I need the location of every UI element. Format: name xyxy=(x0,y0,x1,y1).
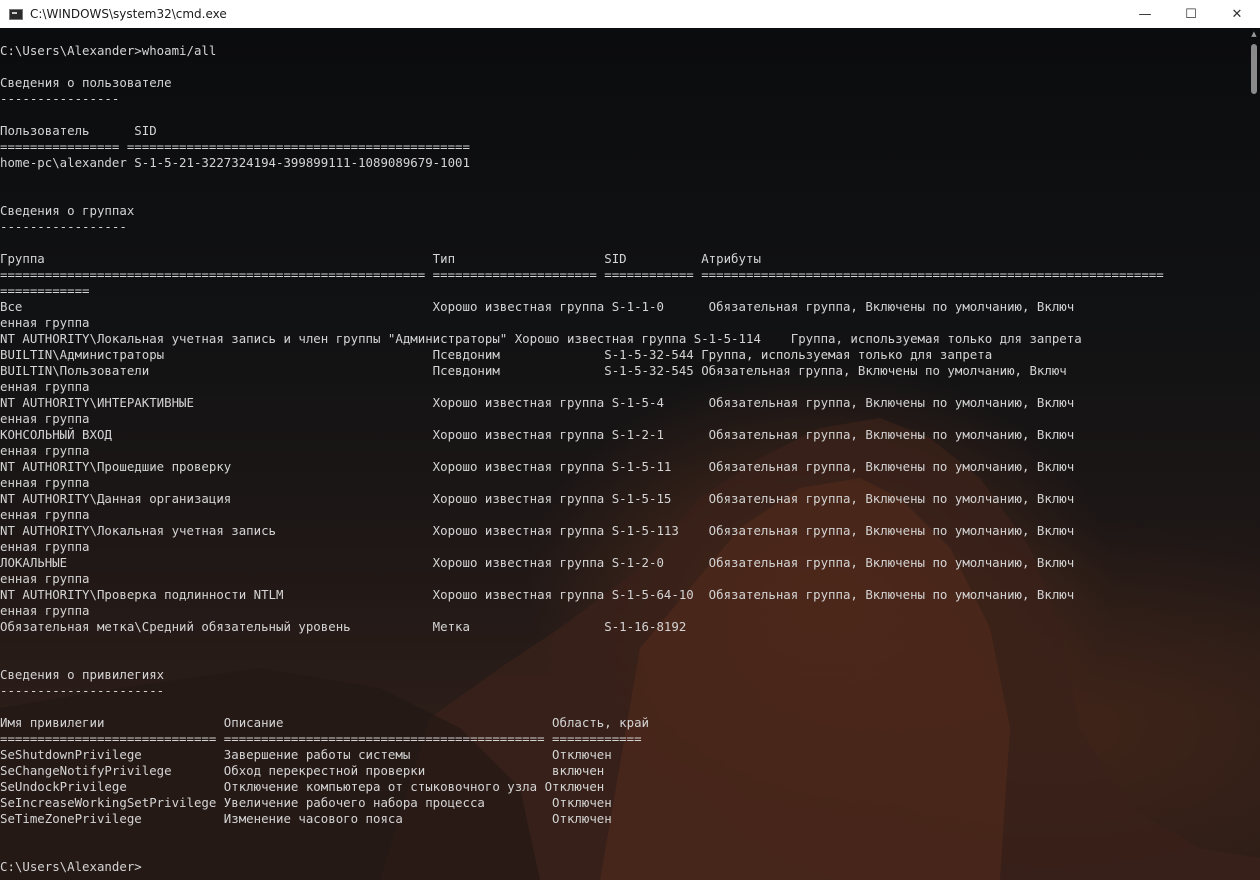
console-line: Имя привилегии Описание Область, край xyxy=(0,715,650,730)
console-line: NT AUTHORITY\Локальная учетная запись и … xyxy=(0,331,1082,346)
terminal-area[interactable]: C:\Users\Alexander>whoami/all Сведения о… xyxy=(0,28,1260,880)
scroll-up-icon[interactable]: ▲ xyxy=(1250,30,1258,38)
console-line: NT AUTHORITY\Локальная учетная запись Хо… xyxy=(0,523,1075,538)
console-line: SeIncreaseWorkingSetPrivilege Увеличение… xyxy=(0,795,612,810)
console-line: ----------------- xyxy=(0,219,127,234)
console-line: Сведения о группах xyxy=(0,203,135,218)
console-line: ========================================… xyxy=(0,267,1164,282)
title-bar: C:\WINDOWS\system32\cmd.exe — ☐ ✕ xyxy=(0,0,1260,28)
console-line: SeUndockPrivilege Отключение компьютера … xyxy=(0,779,605,794)
console-line: BUILTIN\Пользователи Псевдоним S-1-5-32-… xyxy=(0,363,1067,378)
console-line: КОНСОЛЬНЫЙ ВХОД Хорошо известная группа … xyxy=(0,427,1075,442)
console-line: SeChangeNotifyPrivilege Обход перекрестн… xyxy=(0,763,605,778)
console-line: енная группа xyxy=(0,603,90,618)
minimize-button[interactable]: — xyxy=(1122,0,1168,28)
console-line: Сведения о пользователе xyxy=(0,75,172,90)
console-line: NT AUTHORITY\Прошедшие проверку Хорошо и… xyxy=(0,459,1075,474)
console-line: ---------------- xyxy=(0,91,120,106)
console-line: Все Хорошо известная группа S-1-1-0 Обяз… xyxy=(0,299,1075,314)
console-line: енная группа xyxy=(0,571,90,586)
console-line: ================ =======================… xyxy=(0,139,470,154)
console-line: енная группа xyxy=(0,411,90,426)
console-line: ============================= ==========… xyxy=(0,731,642,746)
console-line: NT AUTHORITY\Проверка подлинности NTLM Х… xyxy=(0,587,1075,602)
console-line: BUILTIN\Администраторы Псевдоним S-1-5-3… xyxy=(0,347,993,362)
console-line: енная группа xyxy=(0,443,90,458)
scrollbar-thumb[interactable] xyxy=(1251,44,1257,94)
console-line: C:\Users\Alexander> xyxy=(0,859,142,874)
console-line: енная группа xyxy=(0,475,90,490)
console-line: NT AUTHORITY\Данная организация Хорошо и… xyxy=(0,491,1075,506)
console-line: home-pc\alexander S-1-5-21-3227324194-39… xyxy=(0,155,470,170)
console-line: енная группа xyxy=(0,379,90,394)
maximize-button[interactable]: ☐ xyxy=(1168,0,1214,28)
console-line: C:\Users\Alexander>whoami/all xyxy=(0,43,217,58)
console-icon xyxy=(9,8,23,20)
console-line: Группа Тип SID Атрибуты xyxy=(0,251,761,266)
console-line: SeShutdownPrivilege Завершение работы си… xyxy=(0,747,612,762)
console-line: Сведения о привилегиях xyxy=(0,667,165,682)
window-controls: — ☐ ✕ xyxy=(1122,0,1260,28)
window-title: C:\WINDOWS\system32\cmd.exe xyxy=(30,7,227,21)
console-line: Пользователь SID xyxy=(0,123,157,138)
console-line: ============ xyxy=(0,283,90,298)
console-line: ---------------------- xyxy=(0,683,165,698)
console-line: SeTimeZonePrivilege Изменение часового п… xyxy=(0,811,612,826)
close-button[interactable]: ✕ xyxy=(1214,0,1260,28)
console-line: енная группа xyxy=(0,507,90,522)
console-output: C:\Users\Alexander>whoami/all Сведения о… xyxy=(0,43,1164,875)
console-line: енная группа xyxy=(0,539,90,554)
console-line: NT AUTHORITY\ИНТЕРАКТИВНЫЕ Хорошо извест… xyxy=(0,395,1075,410)
console-line: ЛОКАЛЬНЫЕ Хорошо известная группа S-1-2-… xyxy=(0,555,1075,570)
console-line: Обязательная метка\Средний обязательный … xyxy=(0,619,687,634)
console-line: енная группа xyxy=(0,315,90,330)
